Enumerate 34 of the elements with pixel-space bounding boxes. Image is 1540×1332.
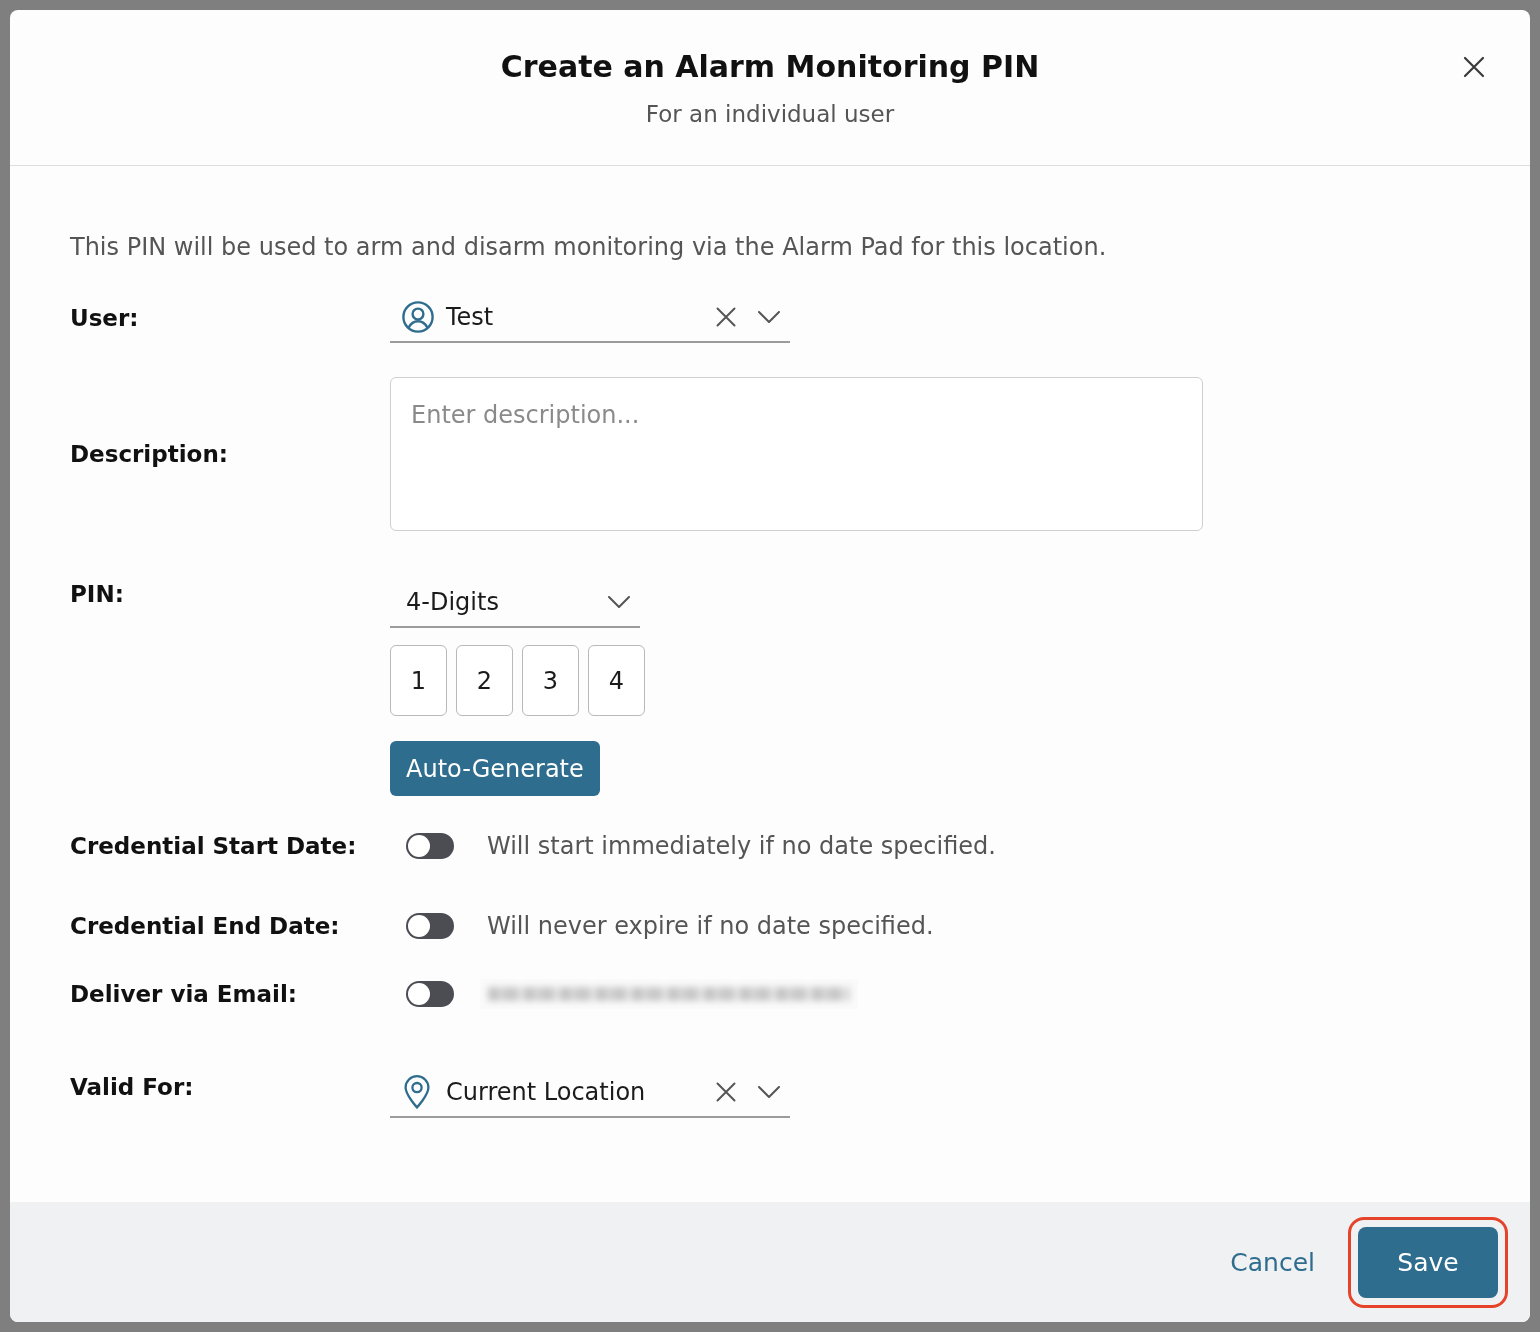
user-select[interactable]: Test (390, 293, 790, 343)
field-label: PIN: (70, 580, 125, 609)
map-pin-icon (404, 1075, 430, 1109)
clear-icon[interactable] (716, 1082, 736, 1102)
pin-digit-field[interactable]: 4 (588, 645, 645, 716)
chevron-down-icon[interactable] (608, 596, 630, 608)
field-label: Credential Start Date: (70, 832, 358, 861)
pin-digit-field[interactable]: 2 (456, 645, 513, 716)
dialog-subtitle: For an individual user (644, 100, 896, 129)
toggle-switch[interactable] (406, 913, 454, 939)
toggle-switch[interactable] (406, 981, 454, 1007)
field-label: Valid For: (70, 1073, 195, 1102)
toggle-switch[interactable] (406, 833, 454, 859)
hint-text: Will start immediately if no date specified. (487, 831, 996, 862)
close-icon[interactable] (1463, 56, 1485, 78)
chevron-down-icon[interactable] (758, 311, 780, 323)
field-label: Credential End Date: (70, 912, 341, 941)
chevron-down-icon[interactable] (758, 1086, 780, 1098)
description-field[interactable]: Enter description... (390, 377, 1203, 531)
field-label: Deliver via Email: (70, 980, 298, 1009)
location-select[interactable]: Current Location (390, 1068, 790, 1118)
dialog-title: Create an Alarm Monitoring PIN (500, 48, 1040, 86)
save-button[interactable]: Save (1358, 1226, 1498, 1298)
clear-icon[interactable] (716, 307, 736, 327)
field-label: User: (70, 304, 140, 333)
auto-generate-button[interactable]: Auto-Generate (390, 741, 600, 796)
intro-text: This PIN will be used to arm and disarm monitoring via the Alarm Pad for this location. (70, 232, 1108, 263)
hint-text: Will never expire if no date specified. (487, 911, 934, 942)
field-label: Description: (70, 440, 229, 469)
cancel-button[interactable]: Cancel (1230, 1243, 1315, 1281)
pin-digit-field[interactable]: 1 (390, 645, 447, 716)
pin-length-select[interactable]: 4-Digits (390, 578, 640, 628)
pin-digit-field[interactable]: 3 (522, 645, 579, 716)
person-icon (402, 301, 434, 333)
